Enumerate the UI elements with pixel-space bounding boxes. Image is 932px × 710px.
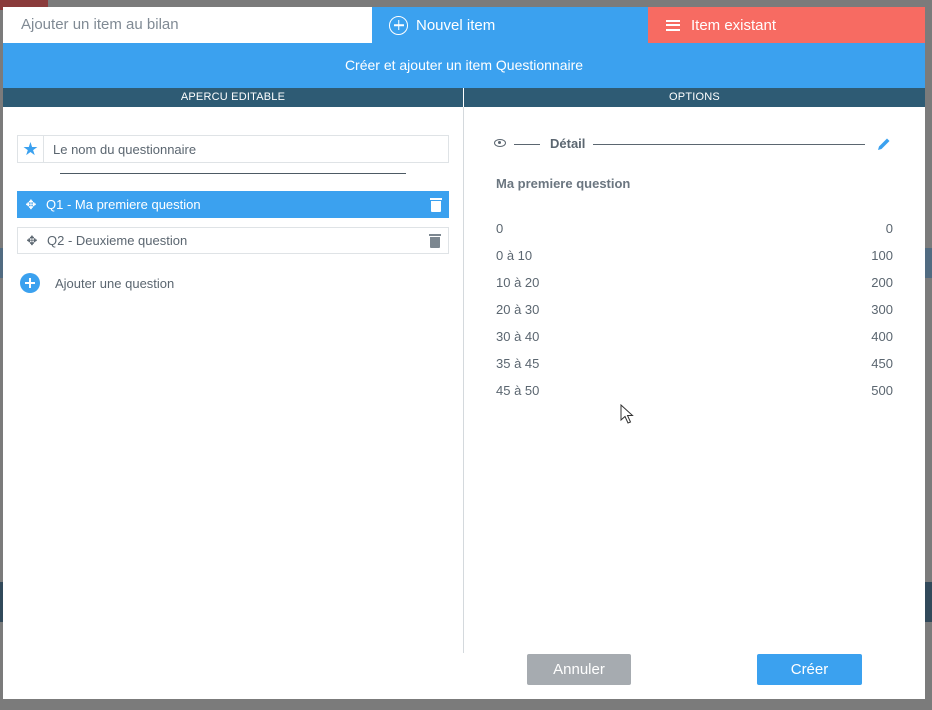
star-icon: ★ — [22, 139, 39, 159]
pencil-icon[interactable] — [876, 136, 892, 152]
option-row: 10 à 20 200 — [496, 275, 893, 291]
question-label: Q1 - Ma premiere question — [46, 197, 201, 212]
option-row: 30 à 40 400 — [496, 329, 893, 345]
option-value: 100 — [871, 248, 893, 263]
tab-new-item-label: Nouvel item — [416, 16, 496, 34]
section-editable-preview: APERCU EDITABLE — [3, 88, 463, 107]
modal-title: Ajouter un item au bilan — [3, 7, 372, 43]
question-row-1[interactable]: ✥ Q1 - Ma premiere question — [17, 191, 449, 218]
option-row: 0 à 10 100 — [496, 248, 893, 264]
name-underline — [60, 173, 406, 174]
tab-existing-item[interactable]: Item existant — [648, 7, 925, 43]
option-range: 30 à 40 — [496, 329, 540, 344]
questionnaire-name-field: ★ — [17, 135, 449, 163]
add-question-button[interactable]: Ajouter une question — [20, 273, 174, 293]
move-icon[interactable]: ✥ — [18, 234, 46, 247]
tab-existing-item-label: Item existant — [691, 16, 777, 34]
section-options: OPTIONS — [464, 88, 925, 107]
tab-new-item[interactable]: Nouvel item — [372, 7, 648, 43]
question-row-2[interactable]: ✥ Q2 - Deuxieme question — [17, 227, 449, 254]
eye-icon[interactable] — [494, 139, 506, 147]
option-range: 10 à 20 — [496, 275, 540, 290]
questionnaire-name-input[interactable] — [44, 141, 444, 157]
option-value: 200 — [871, 275, 893, 290]
option-row: 20 à 30 300 — [496, 302, 893, 318]
option-row: 45 à 50 500 — [496, 383, 893, 399]
option-range: 45 à 50 — [496, 383, 540, 398]
trash-icon[interactable] — [429, 233, 441, 248]
trash-icon[interactable] — [430, 197, 442, 212]
detail-rule-right — [593, 144, 865, 145]
create-button[interactable]: Créer — [757, 654, 862, 685]
option-row: 35 à 45 450 — [496, 356, 893, 372]
panel-divider — [463, 107, 464, 653]
option-range: 0 — [496, 221, 504, 236]
option-value: 300 — [871, 302, 893, 317]
plus-circle-icon — [389, 15, 408, 35]
modal-header: Ajouter un item au bilan Nouvel item Ite… — [3, 7, 925, 43]
detail-rule-left — [514, 144, 540, 145]
create-banner: Créer et ajouter un item Questionnaire — [3, 43, 925, 88]
menu-icon — [666, 19, 680, 31]
cancel-button[interactable]: Annuler — [527, 654, 631, 685]
option-value: 450 — [871, 356, 893, 371]
option-value: 500 — [871, 383, 893, 398]
option-row: 0 0 — [496, 221, 893, 237]
mouse-cursor-icon — [620, 404, 634, 424]
add-item-modal: Ajouter un item au bilan Nouvel item Ite… — [3, 7, 925, 699]
question-detail-title: Ma premiere question — [496, 176, 631, 191]
option-range: 35 à 45 — [496, 356, 540, 371]
plus-circle-icon — [20, 273, 40, 293]
add-question-label: Ajouter une question — [55, 275, 175, 291]
question-label: Q2 - Deuxieme question — [47, 233, 188, 248]
move-icon[interactable]: ✥ — [17, 198, 45, 211]
option-range: 20 à 30 — [496, 302, 540, 317]
detail-label: Détail — [550, 136, 586, 151]
option-range: 0 à 10 — [496, 248, 533, 263]
option-value: 400 — [871, 329, 893, 344]
star-cell: ★ — [18, 136, 44, 162]
detail-header: Détail — [492, 135, 892, 153]
option-value: 0 — [885, 221, 893, 236]
